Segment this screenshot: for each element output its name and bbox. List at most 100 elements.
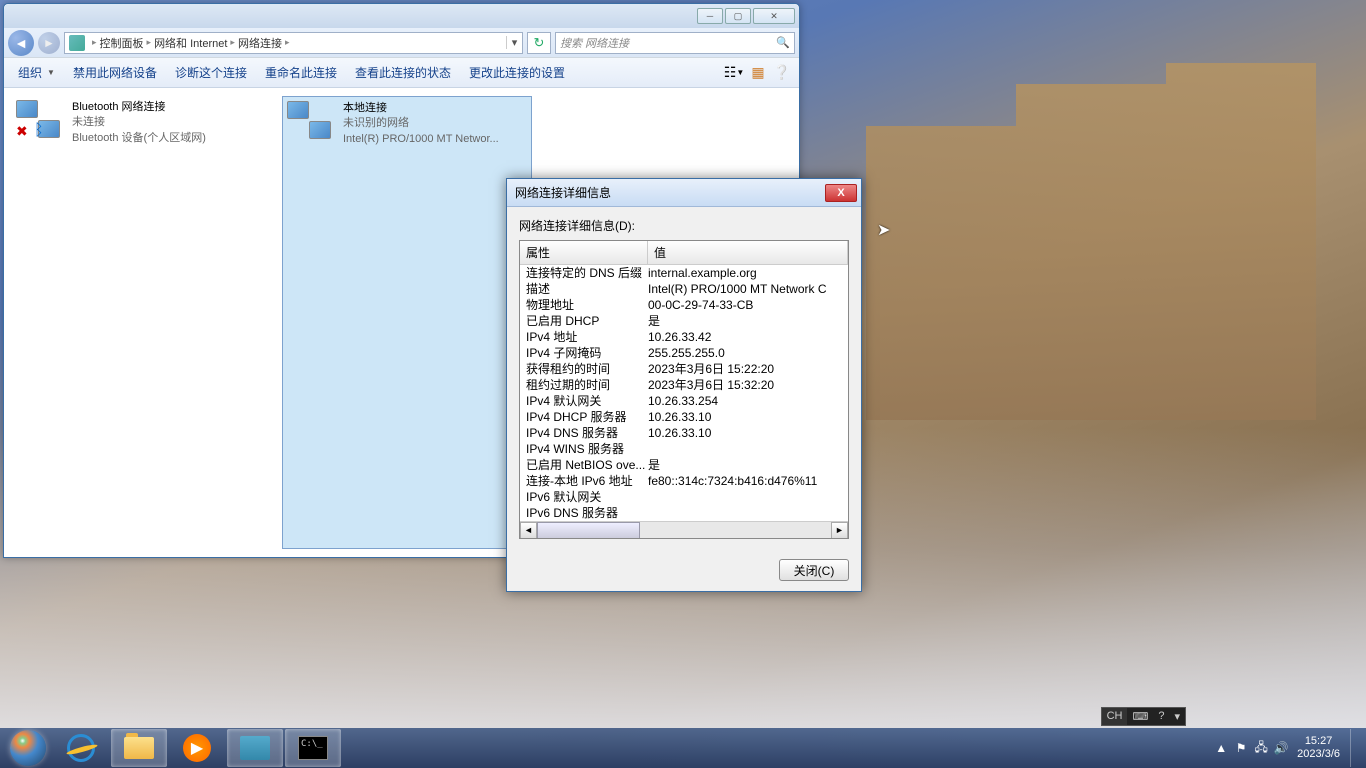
search-input[interactable]: 搜索 网络连接 🔍 xyxy=(555,32,795,54)
start-button[interactable] xyxy=(4,729,52,767)
details-listview[interactable]: 属性 值 连接特定的 DNS 后缀internal.example.org描述I… xyxy=(519,240,849,539)
scroll-track[interactable] xyxy=(537,522,831,539)
detail-row[interactable]: IPv4 默认网关10.26.33.254 xyxy=(520,393,848,409)
language-indicator[interactable]: CH ⌨ ? ▾ xyxy=(1101,707,1186,726)
ie-icon xyxy=(67,734,95,762)
change-settings-button[interactable]: 更改此连接的设置 xyxy=(461,60,573,85)
property-cell: 租约过期的时间 xyxy=(520,377,648,393)
breadcrumb-item[interactable]: 网络和 Internet xyxy=(154,35,227,51)
scroll-left-button[interactable]: ◄ xyxy=(520,522,537,539)
detail-row[interactable]: IPv6 DNS 服务器 xyxy=(520,505,848,521)
value-cell: fe80::314c:7324:b416:d476%11 xyxy=(648,473,848,489)
property-cell: IPv4 WINS 服务器 xyxy=(520,441,648,457)
address-dropdown[interactable]: ▾ xyxy=(506,36,522,49)
dialog-close-button[interactable]: X xyxy=(825,184,857,202)
detail-row[interactable]: 获得租约的时间2023年3月6日 15:22:20 xyxy=(520,361,848,377)
back-button[interactable]: ◄ xyxy=(8,30,34,56)
connection-status: 未连接 xyxy=(72,115,206,130)
action-center-icon[interactable]: ⚑ xyxy=(1233,740,1249,756)
mediaplayer-icon: ▶ xyxy=(183,734,211,762)
detail-row[interactable]: 已启用 NetBIOS ove...是 xyxy=(520,457,848,473)
close-button[interactable]: ✕ xyxy=(753,8,795,24)
value-cell xyxy=(648,441,848,457)
network-details-dialog: 网络连接详细信息 X 网络连接详细信息(D): 属性 值 连接特定的 DNS 后… xyxy=(506,178,862,592)
folder-icon xyxy=(124,737,154,759)
value-cell: internal.example.org xyxy=(648,265,848,281)
connection-icon: ✖ ᛒ xyxy=(16,100,64,140)
clock-date: 2023/3/6 xyxy=(1297,748,1340,761)
detail-row[interactable]: 描述Intel(R) PRO/1000 MT Network C xyxy=(520,281,848,297)
scroll-right-button[interactable]: ► xyxy=(831,522,848,539)
taskbar-mediaplayer[interactable]: ▶ xyxy=(169,729,225,767)
value-cell: 10.26.33.10 xyxy=(648,409,848,425)
detail-row[interactable]: 租约过期的时间2023年3月6日 15:32:20 xyxy=(520,377,848,393)
preview-pane-icon[interactable]: ▦ xyxy=(747,62,769,84)
column-value[interactable]: 值 xyxy=(648,241,848,264)
breadcrumb-item[interactable]: 控制面板 xyxy=(100,35,144,51)
location-icon xyxy=(69,35,85,51)
property-cell: IPv6 DNS 服务器 xyxy=(520,505,648,521)
ime-help-icon[interactable]: ? xyxy=(1153,708,1169,725)
taskbar-app[interactable] xyxy=(227,729,283,767)
address-bar[interactable]: ▸ 控制面板 ▸ 网络和 Internet ▸ 网络连接 ▸ ▾ xyxy=(64,32,523,54)
help-icon[interactable]: ❔ xyxy=(771,62,793,84)
value-cell: 2023年3月6日 15:22:20 xyxy=(648,361,848,377)
minimize-button[interactable]: ─ xyxy=(697,8,723,24)
property-cell: 物理地址 xyxy=(520,297,648,313)
diagnose-button[interactable]: 诊断这个连接 xyxy=(167,60,255,85)
volume-icon[interactable]: 🔊 xyxy=(1273,740,1289,756)
show-desktop-button[interactable] xyxy=(1350,729,1358,767)
disable-device-button[interactable]: 禁用此网络设备 xyxy=(65,60,165,85)
ime-options-icon[interactable]: ▾ xyxy=(1169,708,1185,725)
detail-row[interactable]: IPv4 地址10.26.33.42 xyxy=(520,329,848,345)
search-placeholder: 搜索 网络连接 xyxy=(560,35,629,51)
value-cell: 00-0C-29-74-33-CB xyxy=(648,297,848,313)
clock[interactable]: 15:27 2023/3/6 xyxy=(1297,735,1340,761)
taskbar: ▶ C:\_ ▲ ⚑ 🖧 🔊 15:27 2023/3/6 xyxy=(0,728,1366,768)
connection-icon xyxy=(287,101,335,141)
dialog-titlebar[interactable]: 网络连接详细信息 X xyxy=(507,179,861,207)
refresh-button[interactable]: ↻ xyxy=(527,32,551,54)
forward-button[interactable]: ► xyxy=(38,32,60,54)
view-options-icon[interactable]: ☷▼ xyxy=(723,62,745,84)
tray-expand-icon[interactable]: ▲ xyxy=(1213,740,1229,756)
detail-row[interactable]: IPv4 DNS 服务器10.26.33.10 xyxy=(520,425,848,441)
property-cell: 获得租约的时间 xyxy=(520,361,648,377)
value-cell: 2023年3月6日 15:32:20 xyxy=(648,377,848,393)
view-status-button[interactable]: 查看此连接的状态 xyxy=(347,60,459,85)
property-cell: 已启用 NetBIOS ove... xyxy=(520,457,648,473)
detail-row[interactable]: IPv6 默认网关 xyxy=(520,489,848,505)
connection-status: 未识别的网络 xyxy=(343,116,499,131)
horizontal-scrollbar[interactable]: ◄ ► xyxy=(520,521,848,538)
detail-row[interactable]: 连接特定的 DNS 后缀internal.example.org xyxy=(520,265,848,281)
detail-row[interactable]: 物理地址00-0C-29-74-33-CB xyxy=(520,297,848,313)
detail-row[interactable]: 连接-本地 IPv6 地址fe80::314c:7324:b416:d476%1… xyxy=(520,473,848,489)
connection-local[interactable]: 本地连接 未识别的网络 Intel(R) PRO/1000 MT Networ.… xyxy=(282,96,532,549)
taskbar-cmd[interactable]: C:\_ xyxy=(285,729,341,767)
connection-bluetooth[interactable]: ✖ ᛒ Bluetooth 网络连接 未连接 Bluetooth 设备(个人区域… xyxy=(12,96,262,549)
connection-title: 本地连接 xyxy=(343,101,499,116)
list-header[interactable]: 属性 值 xyxy=(520,241,848,265)
column-property[interactable]: 属性 xyxy=(520,241,648,264)
maximize-button[interactable]: ▢ xyxy=(725,8,751,24)
search-icon[interactable]: 🔍 xyxy=(776,36,790,49)
detail-row[interactable]: IPv4 子网掩码255.255.255.0 xyxy=(520,345,848,361)
taskbar-explorer[interactable] xyxy=(111,729,167,767)
close-button[interactable]: 关闭(C) xyxy=(779,559,849,581)
input-language[interactable]: CH xyxy=(1102,708,1128,725)
property-cell: 已启用 DHCP xyxy=(520,313,648,329)
window-titlebar[interactable]: ─ ▢ ✕ xyxy=(4,4,799,28)
ime-mode-icon[interactable]: ⌨ xyxy=(1127,708,1153,725)
navigation-bar: ◄ ► ▸ 控制面板 ▸ 网络和 Internet ▸ 网络连接 ▸ ▾ ↻ 搜… xyxy=(4,28,799,58)
value-cell: 10.26.33.10 xyxy=(648,425,848,441)
breadcrumb-item[interactable]: 网络连接 xyxy=(238,35,282,51)
dialog-subtitle: 网络连接详细信息(D): xyxy=(519,217,849,234)
detail-row[interactable]: IPv4 DHCP 服务器10.26.33.10 xyxy=(520,409,848,425)
scroll-thumb[interactable] xyxy=(537,522,640,539)
rename-button[interactable]: 重命名此连接 xyxy=(257,60,345,85)
taskbar-ie[interactable] xyxy=(53,729,109,767)
network-tray-icon[interactable]: 🖧 xyxy=(1253,740,1269,756)
organize-menu[interactable]: 组织▼ xyxy=(10,60,63,85)
detail-row[interactable]: 已启用 DHCP是 xyxy=(520,313,848,329)
detail-row[interactable]: IPv4 WINS 服务器 xyxy=(520,441,848,457)
